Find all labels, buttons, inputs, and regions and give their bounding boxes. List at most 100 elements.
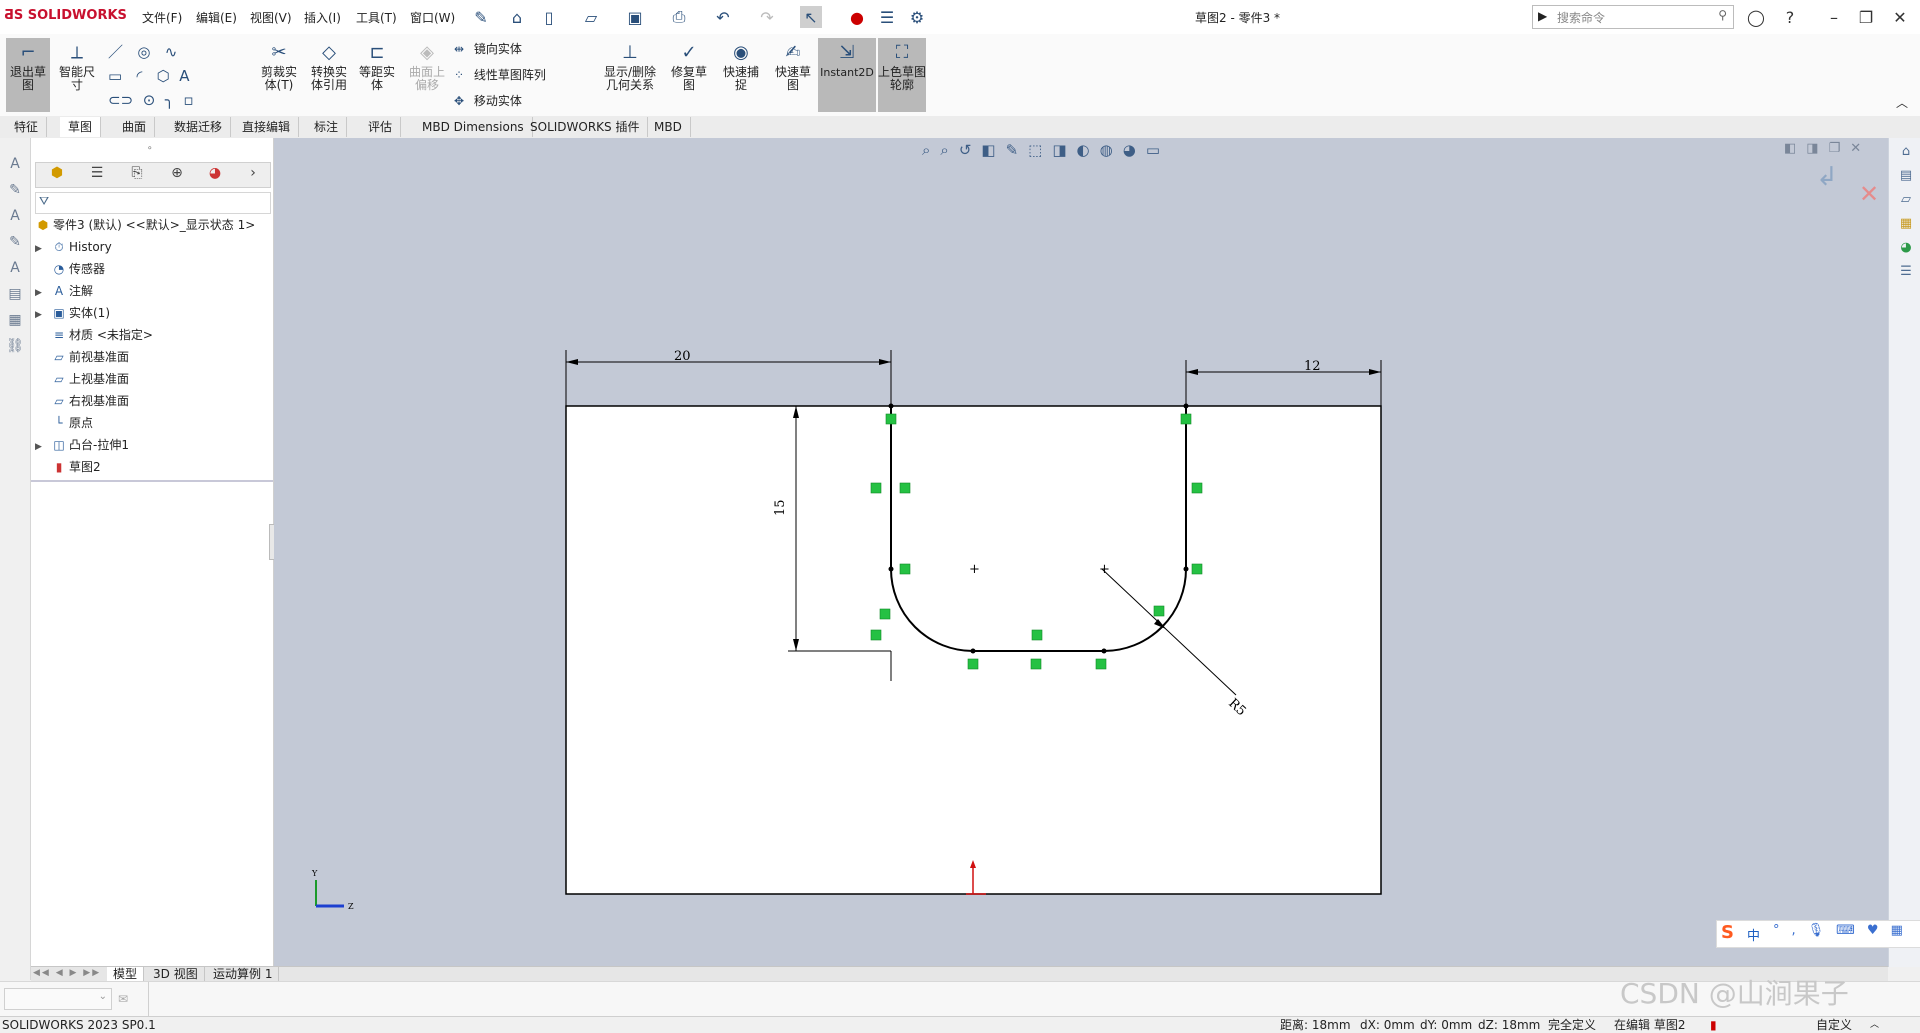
smart-dimension-button[interactable]: ⟂ 智能尺寸 — [54, 38, 100, 112]
minimize-icon[interactable]: – — [1820, 5, 1848, 29]
expand-arrow-icon[interactable]: ▶ — [35, 282, 49, 304]
tab-direct-editing[interactable]: 直接编辑 — [234, 117, 300, 137]
tab-mbd[interactable]: MBD — [646, 117, 691, 137]
pin-icon[interactable]: ✎ — [470, 6, 492, 28]
line-icon[interactable]: ／ — [108, 43, 123, 61]
ime-mode[interactable]: 中 — [1747, 925, 1760, 944]
home-icon[interactable]: ⌂ — [1897, 144, 1915, 162]
slot-icon[interactable]: ⊂⊃ — [108, 91, 133, 109]
view-palette-icon[interactable]: ▦ — [1897, 216, 1915, 234]
point-icon[interactable]: ⊙ — [143, 91, 156, 109]
expand-tabs-chevron-icon[interactable]: › — [236, 165, 270, 185]
equal-relation-icon[interactable] — [1153, 605, 1165, 617]
tab-markup[interactable]: 标注 — [306, 117, 348, 137]
spline-icon[interactable]: ∿ — [165, 43, 178, 61]
skin-icon[interactable]: ♥ — [1867, 923, 1891, 938]
annotation-icon[interactable]: A — [6, 208, 24, 226]
shaded-sketch-button[interactable]: ⛶ 上色草图轮廓 — [878, 38, 926, 112]
rapid-sketch-button[interactable]: ✍ 快速草图 — [770, 38, 816, 112]
mirror-entities-button[interactable]: ⇹ 镜向实体 — [454, 40, 522, 57]
appearances-icon[interactable]: ◕ — [1897, 240, 1915, 258]
punctuation-icon[interactable]: °, — [1773, 923, 1808, 938]
sketch-point[interactable] — [1183, 566, 1189, 572]
tab-mbd-dimensions[interactable]: MBD Dimensions — [414, 117, 533, 137]
propertymanager-tab-icon[interactable]: ☰ — [80, 165, 114, 185]
toolbox-icon[interactable]: ▦ — [1891, 923, 1915, 938]
home-icon[interactable]: ⌂ — [506, 6, 528, 28]
chevron-up-icon[interactable]: ︿ — [1870, 1017, 1879, 1033]
table-icon[interactable]: ▦ — [6, 312, 24, 330]
tangent-relation-icon[interactable] — [1095, 658, 1107, 670]
close-icon[interactable]: ✕ — [1886, 5, 1914, 29]
tree-item-top-plane[interactable]: ▱ 上视基准面 — [35, 368, 129, 390]
command-input[interactable]: ⌄ — [4, 988, 112, 1010]
tab-scroll-arrows-icon[interactable]: ◀◀ ◀ ▶ ▶▶ — [33, 968, 101, 978]
arc-icon[interactable]: ◜ — [137, 67, 143, 85]
search-icon[interactable]: ⚲ — [1718, 8, 1727, 22]
restore-icon[interactable]: ❐ — [1852, 5, 1880, 29]
traffic-light-icon[interactable]: ● — [846, 6, 868, 28]
save-icon[interactable]: ▣ — [624, 6, 646, 28]
dimension-15-label[interactable]: 15 — [773, 499, 788, 516]
expand-arrow-icon[interactable]: ▶ — [35, 436, 49, 458]
microphone-icon[interactable]: 🎙 — [1808, 923, 1837, 938]
text-icon[interactable]: A — [179, 67, 189, 85]
tab-evaluate[interactable]: 评估 — [360, 117, 402, 137]
layer-icon[interactable]: ▤ — [6, 286, 24, 304]
tab-surfaces[interactable]: 曲面 — [114, 117, 156, 137]
coincident-relation-icon[interactable] — [870, 629, 882, 641]
menu-window[interactable]: 窗口(W) — [410, 9, 455, 26]
surface-offset-button[interactable]: ◈ 曲面上偏移 — [404, 38, 450, 112]
tab-solidworks-addins[interactable]: SOLIDWORKS 插件 — [522, 117, 649, 137]
tab-model[interactable]: 模型 — [107, 967, 145, 982]
dimxpert-tab-icon[interactable]: ⊕ — [160, 165, 194, 185]
exit-sketch-button[interactable]: ⌐ 退出草图 — [6, 38, 50, 112]
tangent-relation-icon[interactable] — [899, 563, 911, 575]
sogou-logo-icon[interactable]: S — [1721, 922, 1734, 943]
tab-data-migration[interactable]: 数据迁移 — [166, 117, 232, 137]
tangent-relation-icon[interactable] — [1191, 563, 1203, 575]
fillet-icon[interactable]: ╮ — [165, 91, 174, 109]
open-folder-icon[interactable]: ▱ — [580, 6, 602, 28]
expand-arrow-icon[interactable]: ▶ — [35, 238, 49, 260]
chevron-down-icon[interactable]: ⌄ — [99, 991, 107, 1002]
move-entities-button[interactable]: ✥ 移动实体 — [454, 92, 522, 109]
repair-sketch-button[interactable]: ✓ 修复草图 — [666, 38, 712, 112]
tree-item-annotations[interactable]: ▶ A 注解 — [35, 280, 93, 302]
search-input[interactable]: ▶ 搜索命令 ⚲ — [1532, 5, 1734, 29]
sketch-point[interactable] — [970, 648, 976, 654]
tree-item-sketch2[interactable]: ▮ 草图2 — [35, 456, 101, 478]
tree-item-solid-bodies[interactable]: ▶ ▣ 实体(1) — [35, 302, 110, 324]
featuremanager-tab-icon[interactable]: ⬢ — [40, 165, 74, 185]
tree-item-front-plane[interactable]: ▱ 前视基准面 — [35, 346, 129, 368]
plane-icon[interactable]: ▫ — [183, 91, 193, 109]
tangent-relation-icon[interactable] — [967, 658, 979, 670]
coincident-relation-icon[interactable] — [870, 482, 882, 494]
menu-view[interactable]: 视图(V) — [250, 9, 292, 26]
sketch-draw-icon[interactable]: ✎ — [6, 182, 24, 200]
help-icon[interactable]: ? — [1776, 5, 1804, 29]
sketch-point[interactable] — [1101, 648, 1107, 654]
coincident-relation-icon[interactable] — [1180, 413, 1192, 425]
text-tool-icon[interactable]: A — [6, 156, 24, 174]
status-units[interactable]: 自定义 — [1816, 1017, 1852, 1033]
rebuild-indicator-icon[interactable]: ▮ — [1710, 1017, 1717, 1033]
redo-icon[interactable]: ↷ — [756, 6, 778, 28]
tree-item-right-plane[interactable]: ▱ 右视基准面 — [35, 390, 129, 412]
tree-item-boss-extrude[interactable]: ▶ ◫ 凸台-拉伸1 — [35, 434, 129, 456]
menu-edit[interactable]: 编辑(E) — [196, 9, 237, 26]
sketch-point[interactable] — [888, 566, 894, 572]
format-icon[interactable]: A — [6, 260, 24, 278]
tab-motion-study[interactable]: 运动算例 1 — [207, 967, 280, 982]
coincident-relation-icon[interactable] — [885, 413, 897, 425]
user-icon[interactable]: ◯ — [1742, 5, 1770, 29]
sketch-point[interactable] — [888, 403, 894, 409]
rectangle-icon[interactable]: ▭ — [108, 67, 122, 85]
linear-pattern-button[interactable]: ⁘ 线性草图阵列 — [454, 66, 546, 83]
instant2d-button[interactable]: ⇲ Instant2D — [818, 38, 876, 112]
menu-tools[interactable]: 工具(T) — [356, 9, 397, 26]
display-relations-button[interactable]: ⊥ 显示/删除几何关系 — [600, 38, 660, 112]
app-logo[interactable]: ƋS SOLIDWORKS — [4, 8, 127, 23]
offset-entities-button[interactable]: ⊏ 等距实体 — [354, 38, 400, 112]
horizontal-relation-icon[interactable] — [1030, 658, 1042, 670]
